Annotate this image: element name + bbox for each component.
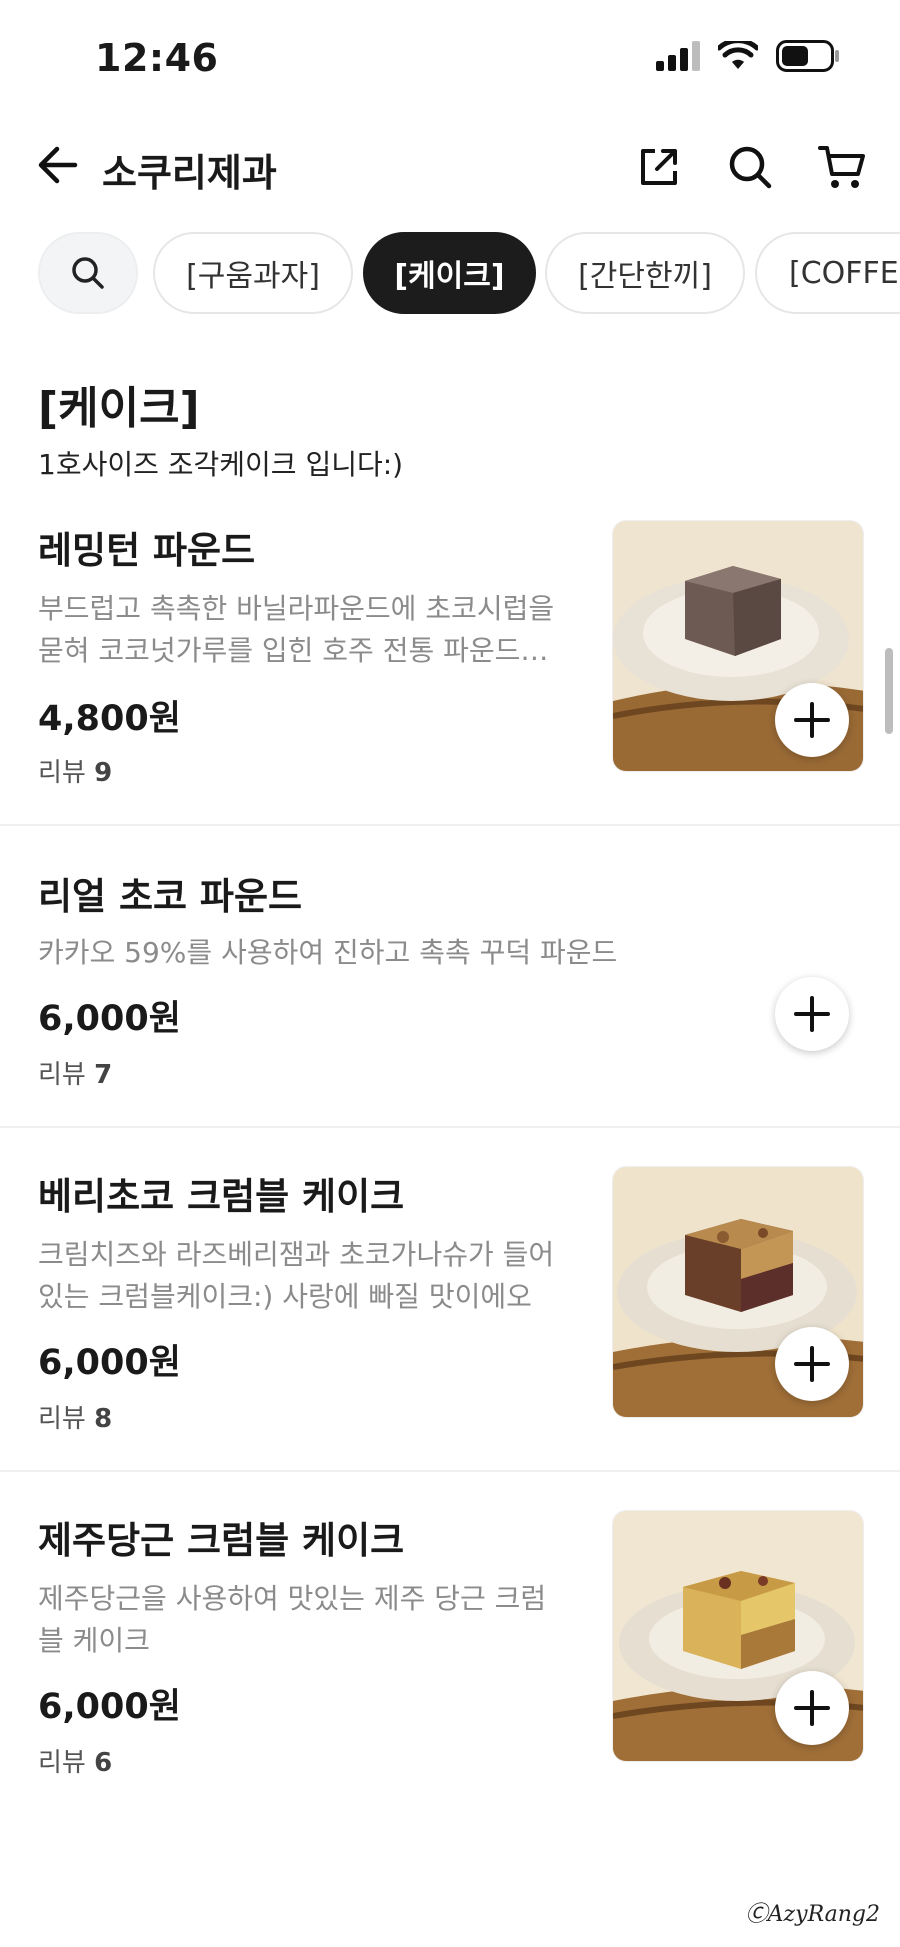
chip-baked-goods[interactable]: [구움과자] [153, 232, 353, 314]
item-description: 카카오 59%를 사용하여 진하고 촉촉 꾸덕 파운드 [38, 936, 618, 969]
menu-item[interactable]: 레밍턴 파운드 부드럽고 촉촉한 바닐라파운드에 초코시럽을 묻혀 코코넛가루를… [0, 520, 900, 825]
app-header: 소쿠리제과 [0, 110, 900, 225]
item-review: 리뷰 9 [38, 758, 113, 788]
search-icon [729, 146, 772, 189]
item-name: 베리초코 크럼블 케이크 [38, 1175, 405, 1218]
add-to-cart-button[interactable] [775, 1671, 849, 1745]
menu-item[interactable]: 베리초코 크럼블 케이크 크림치즈와 라즈베리잼과 초코가나슈가 들어 있는 크… [0, 1166, 900, 1471]
add-to-cart-button[interactable] [775, 977, 849, 1051]
share-button[interactable] [632, 140, 686, 194]
item-price: 6,000원 [38, 1343, 181, 1383]
back-button[interactable] [32, 140, 82, 190]
item-name: 레밍턴 파운드 [38, 529, 256, 572]
section-title: [케이크] [38, 383, 200, 434]
section-subtitle: 1호사이즈 조각케이크 입니다:) [38, 448, 404, 481]
item-divider [0, 1126, 900, 1128]
item-name: 제주당근 크럼블 케이크 [38, 1519, 405, 1562]
store-title: 소쿠리제과 [102, 151, 277, 195]
item-divider [0, 1470, 900, 1472]
item-price: 6,000원 [38, 1687, 181, 1727]
item-review: 리뷰 7 [38, 1060, 113, 1090]
watermark: ⒸAzyRang2 [745, 1902, 880, 1927]
search-icon [72, 257, 104, 289]
wifi-icon [716, 38, 760, 75]
plus-icon [794, 702, 830, 738]
add-to-cart-button[interactable] [775, 683, 849, 757]
item-description: 부드럽고 촉촉한 바닐라파운드에 초코시럽을 묻혀 코코넛가루를 입힌 호주 전… [38, 592, 555, 667]
chip-search-button[interactable] [38, 232, 138, 314]
back-arrow-icon [38, 146, 78, 184]
item-price: 6,000원 [38, 999, 181, 1039]
plus-icon [794, 1346, 830, 1382]
item-name: 리얼 초코 파운드 [38, 875, 303, 918]
add-to-cart-button[interactable] [775, 1327, 849, 1401]
item-description: 제주당근을 사용하여 맛있는 제주 당근 크럼 블 케이크 [38, 1582, 547, 1657]
cellular-signal-icon [656, 41, 700, 75]
menu-item[interactable]: 제주당근 크럼블 케이크 제주당근을 사용하여 맛있는 제주 당근 크럼 블 케… [0, 1510, 900, 1815]
status-bar: 12:46 [0, 0, 900, 110]
cart-icon [818, 146, 865, 188]
plus-icon [794, 1690, 830, 1726]
item-divider [0, 824, 900, 826]
scrollbar[interactable] [885, 648, 893, 734]
battery-icon [776, 40, 840, 76]
item-review: 리뷰 8 [38, 1404, 113, 1434]
status-time: 12:46 [95, 36, 219, 80]
status-icons [656, 38, 840, 76]
item-price: 4,800원 [38, 699, 181, 739]
category-chips: [구움과자] [케이크] [간단한끼] [COFFE [0, 232, 900, 316]
cart-button[interactable] [815, 140, 869, 194]
plus-icon [794, 996, 830, 1032]
search-button[interactable] [723, 140, 777, 194]
chip-cake[interactable]: [케이크] [363, 232, 536, 314]
chip-simple-meal[interactable]: [간단한끼] [545, 232, 745, 314]
menu-item[interactable]: 리얼 초코 파운드 카카오 59%를 사용하여 진하고 촉촉 꾸덕 파운드 6,… [0, 866, 900, 1124]
share-icon [641, 149, 677, 185]
item-review: 리뷰 6 [38, 1748, 113, 1778]
chip-coffee[interactable]: [COFFE [755, 232, 900, 314]
item-description: 크림치즈와 라즈베리잼과 초코가나슈가 들어 있는 크럼블케이크:) 사랑에 빠… [38, 1238, 555, 1313]
